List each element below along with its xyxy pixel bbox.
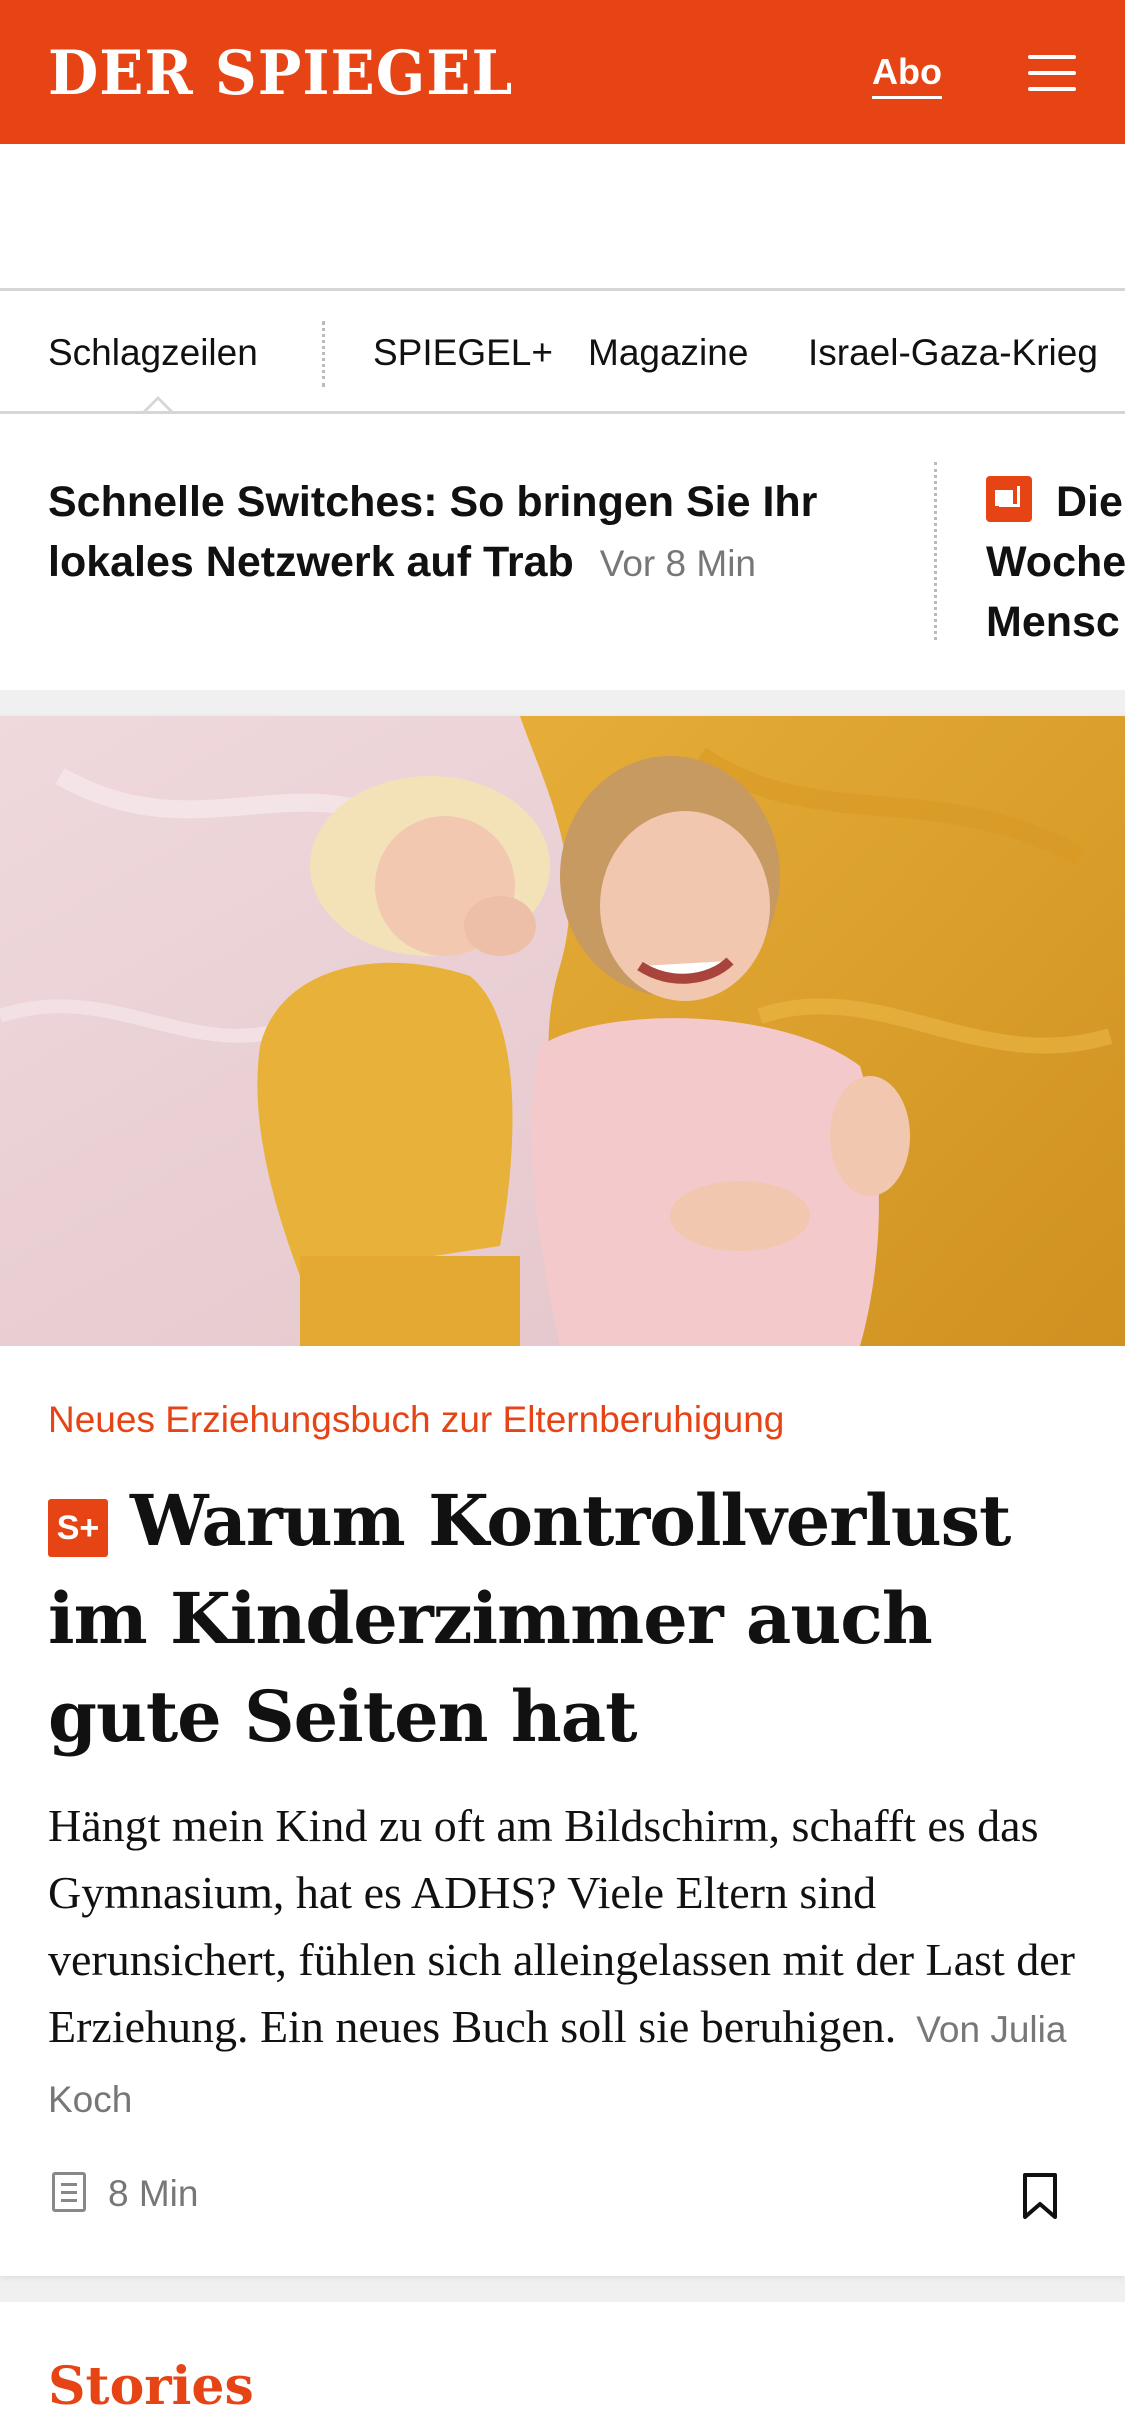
nav-item-israel-gaza-krieg[interactable]: Israel-Gaza-Krieg [808,331,1098,375]
stories-heading[interactable]: Stories [48,2352,254,2422]
ticker-timestamp: Vor 8 Min [599,543,757,584]
article-card[interactable]: Neues Erziehungsbuch zur Elternberuhigun… [0,716,1125,2276]
article-image[interactable] [0,716,1125,1346]
nav-item-schlagzeilen[interactable]: Schlagzeilen [48,331,258,375]
stories-section: Stories [0,2302,1125,2436]
document-icon [52,2172,86,2212]
ticker-divider [934,462,937,640]
gallery-icon [986,476,1032,522]
read-time: 8 Min [52,2172,198,2216]
nav-divider [322,321,325,387]
article-title-text[interactable]: Warum Kontrollverlust im Kinderzimmer au… [48,1479,1011,1758]
article-teaser[interactable]: Hängt mein Kind zu oft am Bildschirm, sc… [48,1792,1088,2133]
bookmark-icon[interactable] [1022,2172,1058,2220]
ticker-item[interactable]: Schnelle Switches: So bringen Sie Ihr lo… [48,472,898,594]
read-time-label: 8 Min [108,2173,199,2214]
site-header: DER SPIEGEL Abo [0,0,1125,144]
nav-item-magazine[interactable]: Magazine [588,331,748,375]
ticker-item-next[interactable]: Die Woche Mensc [986,472,1125,652]
section-nav: Schlagzeilen SPIEGEL+ Magazine Israel-Ga… [0,288,1125,414]
hamburger-menu-icon[interactable] [1028,55,1076,91]
news-ticker: Schnelle Switches: So bringen Sie Ihr lo… [0,414,1125,690]
ad-space [0,144,1125,290]
article-kicker[interactable]: Neues Erziehungsbuch zur Elternberuhigun… [48,1398,784,1442]
spiegel-logo[interactable]: DER SPIEGEL [48,36,513,110]
abo-link[interactable]: Abo [872,50,942,99]
article-title[interactable]: S+ Warum Kontrollverlust im Kinderzimmer … [48,1472,1088,1766]
nav-item-spiegel-plus[interactable]: SPIEGEL+ [373,331,553,375]
spiegel-plus-badge: S+ [48,1499,108,1557]
active-tab-indicator [140,396,176,411]
